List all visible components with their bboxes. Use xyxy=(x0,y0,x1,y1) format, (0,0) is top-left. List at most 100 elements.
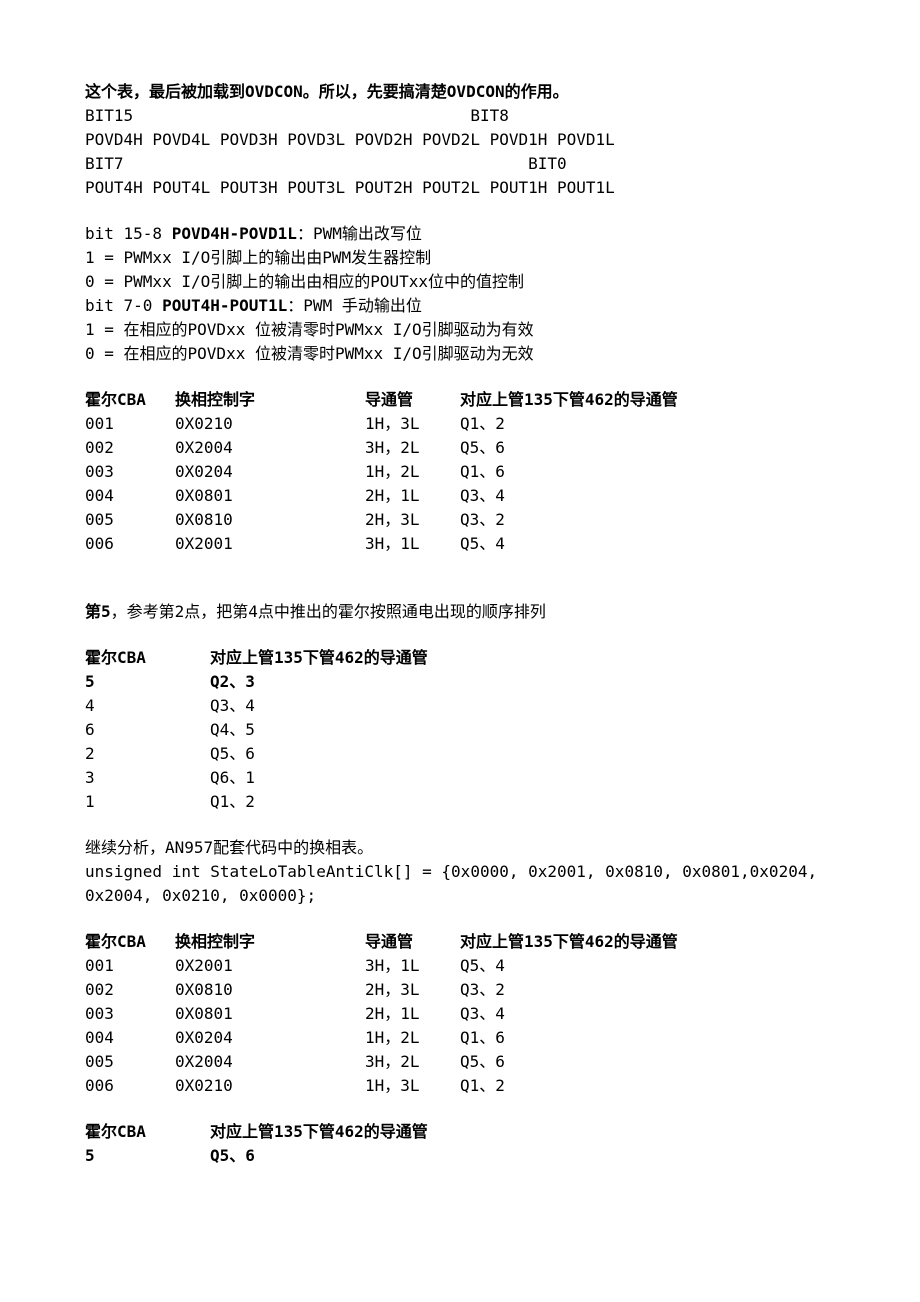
bit-prefix: bit 15-8 xyxy=(85,224,172,243)
table-cell: 4 xyxy=(85,694,210,718)
table-cell: 003 xyxy=(85,460,175,484)
col-tube: 导通管 xyxy=(365,930,460,954)
table-cell: Q3、4 xyxy=(460,1002,835,1026)
table-cell: Q4、5 xyxy=(210,718,835,742)
table-row: 0010X02101H，3LQ1、2 xyxy=(85,412,835,436)
table-cell: 3H，1L xyxy=(365,532,460,556)
table-row: 0020X20043H，2LQ5、6 xyxy=(85,436,835,460)
table-cell: 3H，2L xyxy=(365,1050,460,1074)
table-cell: Q1、6 xyxy=(460,460,835,484)
table-row: 0030X02041H，2LQ1、6 xyxy=(85,460,835,484)
table-row: 2Q5、6 xyxy=(85,742,835,766)
step-num: 第5 xyxy=(85,602,111,621)
table-cell: 001 xyxy=(85,954,175,978)
bit-desc-line: bit 7-0 POUT4H-POUT1L：PWM 手动输出位 xyxy=(85,294,835,318)
step-text: ，参考第2点，把第4点中推出的霍尔按照通电出现的顺序排列 xyxy=(111,602,546,621)
table-3: 霍尔CBA 换相控制字 导通管 对应上管135下管462的导通管 0010X20… xyxy=(85,930,835,1098)
table-cell: Q5、4 xyxy=(460,954,835,978)
table-cell: 0X0801 xyxy=(175,1002,365,1026)
table-cell: Q5、6 xyxy=(460,436,835,460)
bit-name: POUT4H-POUT1L xyxy=(162,296,287,315)
col-tube: 导通管 xyxy=(365,388,460,412)
table-header: 霍尔CBA 换相控制字 导通管 对应上管135下管462的导通管 xyxy=(85,388,835,412)
table-cell: Q5、6 xyxy=(210,742,835,766)
bit-desc-line: 1 = 在相应的POVDxx 位被清零时PWMxx I/O引脚驱动为有效 xyxy=(85,318,835,342)
table-cell: 0X0204 xyxy=(175,460,365,484)
col-hall: 霍尔CBA xyxy=(85,646,210,670)
table-cell: 1H，2L xyxy=(365,460,460,484)
paragraph-5: 第5，参考第2点，把第4点中推出的霍尔按照通电出现的顺序排列 xyxy=(85,600,835,624)
table-cell: Q1、2 xyxy=(210,790,835,814)
reg-line-1: BIT15 BIT8 xyxy=(85,104,835,128)
col-map: 对应上管135下管462的导通管 xyxy=(210,646,835,670)
table-row: 0050X08102H，3LQ3、2 xyxy=(85,508,835,532)
table-cell: 001 xyxy=(85,412,175,436)
col-map: 对应上管135下管462的导通管 xyxy=(460,930,835,954)
table-cell: 0X0210 xyxy=(175,412,365,436)
table-cell: 2H，3L xyxy=(365,978,460,1002)
col-hall: 霍尔CBA xyxy=(85,930,175,954)
bit-desc-line: bit 15-8 POVD4H-POVD1L：PWM输出改写位 xyxy=(85,222,835,246)
table-cell: Q3、4 xyxy=(210,694,835,718)
table-cell: 0X0210 xyxy=(175,1074,365,1098)
table-cell: 2H，3L xyxy=(365,508,460,532)
table-row: 4Q3、4 xyxy=(85,694,835,718)
table-cell: 003 xyxy=(85,1002,175,1026)
table-cell: 006 xyxy=(85,1074,175,1098)
table-row: 5Q2、3 xyxy=(85,670,835,694)
col-ctrl: 换相控制字 xyxy=(175,388,365,412)
bit-desc-line: 1 = PWMxx I/O引脚上的输出由PWM发生器控制 xyxy=(85,246,835,270)
bit-desc-line: 0 = PWMxx I/O引脚上的输出由相应的POUTxx位中的值控制 xyxy=(85,270,835,294)
col-ctrl: 换相控制字 xyxy=(175,930,365,954)
table-row: 0040X02041H，2LQ1、6 xyxy=(85,1026,835,1050)
reg-line-4: POUT4H POUT4L POUT3H POUT3L POUT2H POUT2… xyxy=(85,176,835,200)
table-cell: 002 xyxy=(85,978,175,1002)
col-hall: 霍尔CBA xyxy=(85,1120,210,1144)
table-cell: Q5、4 xyxy=(460,532,835,556)
table-cell: 0X0801 xyxy=(175,484,365,508)
table-header: 霍尔CBA 换相控制字 导通管 对应上管135下管462的导通管 xyxy=(85,930,835,954)
table-cell: 5 xyxy=(85,670,210,694)
table-cell: 3H，1L xyxy=(365,954,460,978)
table-cell: Q5、6 xyxy=(460,1050,835,1074)
table-header: 霍尔CBA 对应上管135下管462的导通管 xyxy=(85,1120,835,1144)
col-map: 对应上管135下管462的导通管 xyxy=(210,1120,835,1144)
col-hall: 霍尔CBA xyxy=(85,388,175,412)
table-cell: Q3、2 xyxy=(460,978,835,1002)
table-row: 0050X20043H，2LQ5、6 xyxy=(85,1050,835,1074)
table-cell: 2H，1L xyxy=(365,1002,460,1026)
table-row: 1Q1、2 xyxy=(85,790,835,814)
table-cell: 004 xyxy=(85,484,175,508)
table-row: 0030X08012H，1LQ3、4 xyxy=(85,1002,835,1026)
reg-line-3: BIT7 BIT0 xyxy=(85,152,835,176)
table-cell: 005 xyxy=(85,508,175,532)
bit-suffix: ：PWM输出改写位 xyxy=(297,224,422,243)
bit-prefix: bit 7-0 xyxy=(85,296,162,315)
table-cell: Q1、6 xyxy=(460,1026,835,1050)
table-cell: Q3、4 xyxy=(460,484,835,508)
table-cell: 1H，3L xyxy=(365,412,460,436)
code-line: unsigned int StateLoTableAntiClk[] = {0x… xyxy=(85,860,835,908)
table-cell: 2 xyxy=(85,742,210,766)
table-row: 0010X20013H，1LQ5、4 xyxy=(85,954,835,978)
table-row: 6Q4、5 xyxy=(85,718,835,742)
table-cell: Q3、2 xyxy=(460,508,835,532)
col-map: 对应上管135下管462的导通管 xyxy=(460,388,835,412)
table-cell: Q1、2 xyxy=(460,412,835,436)
table-cell: 0X2004 xyxy=(175,1050,365,1074)
bit-suffix: ：PWM 手动输出位 xyxy=(287,296,422,315)
table-cell: 002 xyxy=(85,436,175,460)
table-cell: 006 xyxy=(85,532,175,556)
table-cell: 0X0810 xyxy=(175,508,365,532)
bit-desc-line: 0 = 在相应的POVDxx 位被清零时PWMxx I/O引脚驱动为无效 xyxy=(85,342,835,366)
table-cell: Q5、6 xyxy=(210,1144,835,1168)
table-cell: 0X2001 xyxy=(175,954,365,978)
table-4: 霍尔CBA 对应上管135下管462的导通管 5Q5、6 xyxy=(85,1120,835,1168)
table-cell: 005 xyxy=(85,1050,175,1074)
table-1: 霍尔CBA 换相控制字 导通管 对应上管135下管462的导通管 0010X02… xyxy=(85,388,835,556)
table-cell: 0X0204 xyxy=(175,1026,365,1050)
table-row: 3Q6、1 xyxy=(85,766,835,790)
table-cell: Q2、3 xyxy=(210,670,835,694)
table-cell: 0X2004 xyxy=(175,436,365,460)
table-cell: 0X0810 xyxy=(175,978,365,1002)
